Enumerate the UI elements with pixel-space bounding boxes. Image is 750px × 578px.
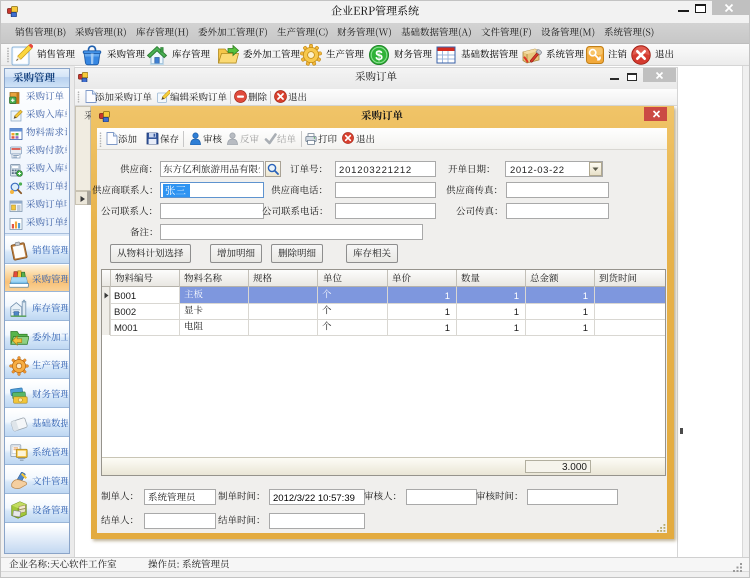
svg-text:$: $ xyxy=(375,48,383,63)
